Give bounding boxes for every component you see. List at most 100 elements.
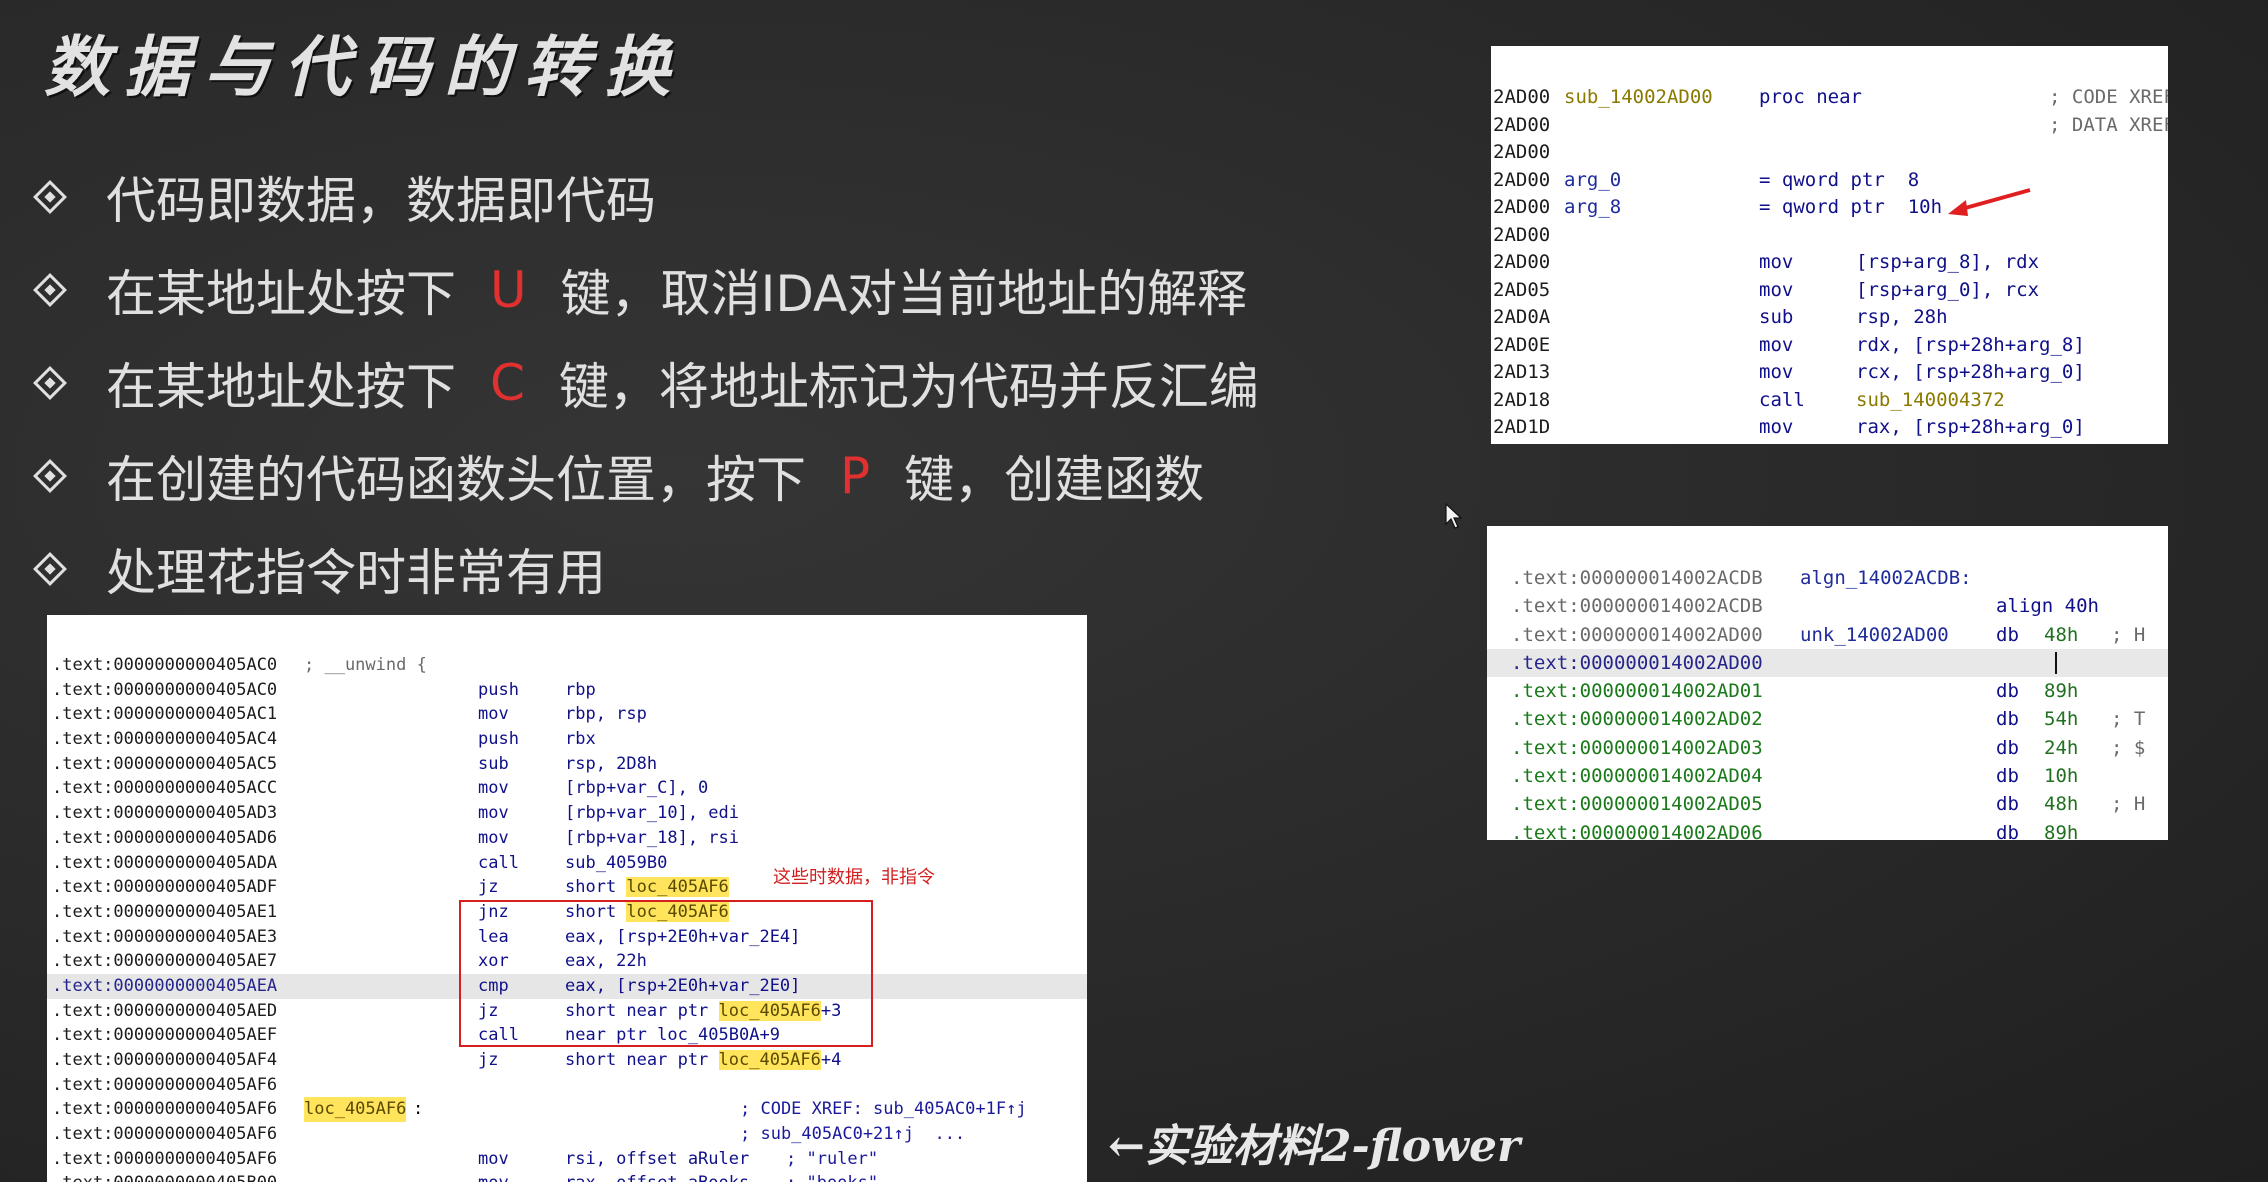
address: .text:0000000000405AE1 [52,901,278,922]
address: .text:0000000000405ADA [52,852,278,873]
symbol-name[interactable]: arg_0 [1564,167,1621,195]
bullet-item: 在某地址处按下 C 键，将地址标记为代码并反汇编 [33,336,1259,429]
disasm-row[interactable]: .text:0000000000405ACC mov [rbp+var_C], 0 [47,776,1087,801]
symbol-name[interactable]: arg_8 [1564,194,1621,222]
mnemonic: sub [478,753,509,774]
address: .text:0000000000405AF6 [52,1099,278,1120]
ida-flower-view[interactable]: .text:0000000000405AC0; __unwind {.text:… [47,615,1087,1182]
diamond-bullet-icon [33,179,67,214]
bullet-text: 键，创建函数 [904,450,1205,509]
red-arrow-icon [1948,188,2031,216]
ida-data-view[interactable]: .text:000000014002ACDB algn_14002ACDB: .te… [1487,526,2168,840]
address: .text:0000000000405AC5 [52,753,278,774]
symbol-name[interactable]: sub_14002AD00 [1564,84,1713,112]
disasm-row[interactable]: 2AD0E mov rdx, [rsp+28h+arg_8] [1491,332,2168,360]
directive: db [1996,708,2019,731]
disasm-row[interactable]: 2AD0A sub rsp, 28h [1491,304,2168,332]
value: 89h [2044,821,2079,840]
data-row[interactable]: .text:000000014002AD03 db 24h ; $ [1487,734,2168,762]
disasm-row[interactable]: .text:0000000000405AD6 mov [rbp+var_18], r… [47,826,1087,851]
operand: short [565,877,627,898]
address: .text:0000000000405AC1 [52,704,278,725]
value: 24h [2044,736,2079,759]
operand-group: short loc_405AF6 [565,875,729,900]
data-row[interactable]: .text:000000014002AD04 db 10h [1487,762,2168,790]
address: 2AD00 [1493,168,1551,191]
address: 2AD00 [1493,196,1551,218]
disasm-row[interactable]: 2AD00 [1491,222,2168,250]
symbol-name[interactable]: unk_14002AD00 [1800,621,1949,649]
disasm-row[interactable]: .text:0000000000405AD3 mov [rbp+var_10], e… [47,801,1087,826]
bullet-text: 代码即数据，数据即代码 [106,171,656,230]
disasm-row[interactable]: .text:0000000000405AF6 loc_405AF6 ; CODE X… [47,1097,1087,1123]
label-colon: : [413,1099,424,1120]
disasm-row[interactable]: .text:0000000000405AC4 push rbx [47,727,1087,752]
address: 2AD00 [1493,86,1551,108]
mnemonic: mov [1759,251,1794,273]
label-ref[interactable]: loc_405AF6 [718,1050,821,1070]
disasm-row[interactable]: 2AD00 arg_8 = qword ptr 10h [1491,194,2168,222]
mnemonic: jz [478,877,499,898]
data-row[interactable]: .text:000000014002ACDB align 40h [1487,592,2168,620]
label-ref[interactable]: loc_405AF6 [626,877,729,898]
address: .text:000000014002AD05 [1511,793,1763,816]
operand: sub_140004372 [1856,388,2005,411]
symbol-name[interactable]: algn_14002ACDB: [1800,564,1972,592]
data-row[interactable]: .text:000000014002AD02 db 54h ; T [1487,705,2168,733]
disasm-row[interactable]: 2AD1D mov rax, [rsp+28h+arg_0] [1491,414,2168,442]
disasm-row[interactable]: 2AD22 lea rcx, ??_7bad_exception@std [1491,442,2168,445]
value: 10h [2044,765,2079,788]
bullet-text: 在某地址处按下 [106,264,456,323]
operand: rcx, [rsp+28h+arg_0] [1856,361,2085,383]
address: 2AD13 [1493,361,1551,383]
operand: rbx [565,729,596,750]
hotkey-label: C [490,353,525,412]
disasm-row[interactable]: 2AD00 sub_14002AD00 proc near ; CODE XREF [1491,84,2168,112]
disasm-row[interactable]: .text:0000000000405AC0 push rbp [47,678,1087,703]
bullet-text: 处理花指令时非常有用 [106,543,606,602]
mnemonic: mov [478,778,509,799]
ida-proc-view[interactable]: 2AD00 sub_14002AD00 proc near; CODE XREF 2A… [1491,46,2168,444]
bullet-item: 处理花指令时非常有用 [33,522,1259,615]
address: .text:000000014002AD00 [1511,623,1763,646]
disasm-row[interactable]: 2AD05 mov [rsp+arg_0], rcx [1491,277,2168,305]
data-row[interactable]: .text:000000014002AD06 db 89h [1487,819,2168,840]
disasm-row[interactable]: .text:0000000000405AF6 ; sub_405AC0+21↑j … [47,1122,1087,1147]
data-row[interactable]: .text:000000014002ACDB algn_14002ACDB: [1487,564,2168,592]
disasm-row[interactable]: 2AD13 mov rcx, [rsp+28h+arg_0] [1491,359,2168,387]
bullet-text: 在某地址处按下 [106,357,456,416]
disasm-row[interactable]: 2AD18 call sub_140004372 [1491,387,2168,415]
address: .text:0000000000405AC4 [52,729,278,750]
address: .text:000000014002AD06 [1511,821,1763,840]
bullet-item: 在某地址处按下 U 键，取消IDA对当前地址的解释 [33,243,1259,336]
address: 2AD00 [1493,113,1551,136]
operand: rcx, ??_7bad_exception@std [1856,442,2153,445]
data-row[interactable]: .text:000000014002AD00 unk_14002AD00 db 48h… [1487,621,2168,649]
disasm-row[interactable]: 2AD00 [1491,139,2168,167]
address: .text:0000000000405AED [52,1000,278,1021]
diamond-bullet-icon [33,551,67,586]
label-name[interactable]: loc_405AF6 [304,1097,407,1123]
disasm-row[interactable]: .text:0000000000405AF4 jz short near ptr l… [47,1048,1087,1073]
mnemonic: proc near [1759,86,1862,108]
disasm-row[interactable]: 2AD00 ; DATA XREF [1491,112,2168,140]
disasm-row[interactable]: .text:0000000000405AF6 mov rsi, offset aRu… [47,1147,1087,1172]
disasm-row[interactable]: .text:0000000000405AC0 ; __unwind { [47,653,1087,678]
mnemonic: call [478,852,519,873]
directive: db [1996,623,2019,646]
disasm-row[interactable]: 2AD00 arg_0 = qword ptr 8 [1491,167,2168,195]
operand: rax, offset aBooks [565,1171,749,1182]
mnemonic: mov [478,1171,509,1182]
mnemonic: mov [1759,416,1794,438]
bullet-item: 代码即数据，数据即代码 [33,150,1259,243]
disasm-row[interactable]: 2AD00 mov [rsp+arg_8], rdx [1491,249,2168,277]
selected-row[interactable]: .text:000000014002AD00 [1487,648,2168,678]
disasm-row[interactable]: .text:0000000000405B00 mov rax, offset aBo… [47,1171,1087,1182]
data-row[interactable]: .text:000000014002AD05 db 48h ; H [1487,790,2168,818]
disasm-row[interactable]: .text:0000000000405AF6 [47,1073,1087,1098]
disasm-row[interactable]: .text:0000000000405AC5 sub rsp, 2D8h [47,752,1087,777]
data-row[interactable]: .text:000000014002AD01 db 89h [1487,677,2168,705]
value: 54h [2044,708,2079,731]
disasm-row[interactable]: .text:0000000000405AC1 mov rbp, rsp [47,702,1087,727]
footer-caption: ←实验材料2-flower [1108,1121,1521,1172]
